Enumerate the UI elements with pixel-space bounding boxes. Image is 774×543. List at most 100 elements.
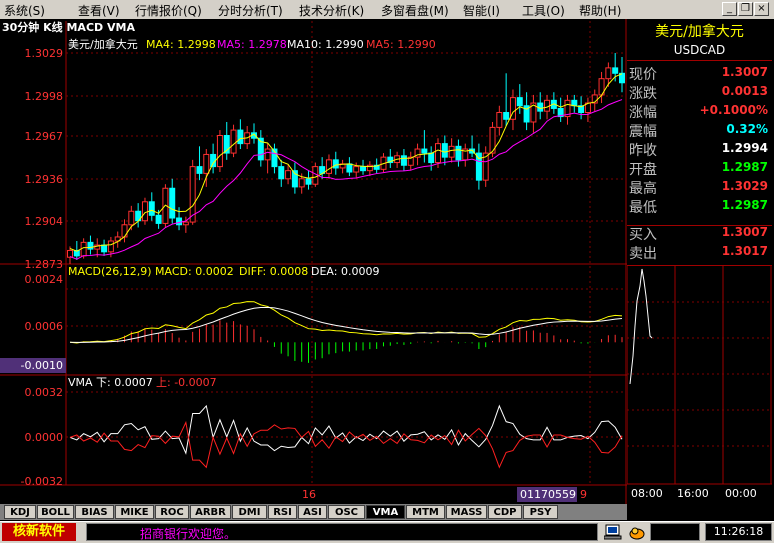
quote-row-label: 现价 <box>629 67 657 83</box>
tab-dmi[interactable]: DMI <box>232 505 267 519</box>
quote-row-label: 买入 <box>629 227 657 243</box>
tab-roc[interactable]: ROC <box>155 505 189 519</box>
menu-help[interactable]: 帮助(H) <box>579 2 621 19</box>
candle <box>216 130 223 173</box>
restore-button[interactable]: ❐ <box>738 2 753 16</box>
quote-row: 卖出 1.3017 <box>627 242 772 262</box>
quote-row-label: 涨幅 <box>629 105 657 121</box>
minimize-button[interactable]: _ <box>722 2 737 16</box>
menu-technical[interactable]: 技术分析(K) <box>299 2 364 19</box>
tab-osc[interactable]: OSC <box>328 505 365 519</box>
quote-row-value: 1.2994 <box>721 141 768 155</box>
quote-row-label: 最低 <box>629 200 657 216</box>
menu-multiwindow[interactable]: 多窗看盘(M) <box>381 2 449 19</box>
mascot-icon[interactable] <box>628 524 646 540</box>
tab-psy[interactable]: PSY <box>523 505 558 519</box>
menu-system[interactable]: 系统(S) <box>4 2 45 19</box>
menu-timeshare[interactable]: 分时分析(T) <box>218 2 283 19</box>
menu-quote[interactable]: 行情报价(Q) <box>135 2 202 19</box>
quote-row: 最高 1.3029 <box>627 177 772 197</box>
menu-view[interactable]: 查看(V) <box>78 2 120 19</box>
tab-kdj[interactable]: KDJ <box>4 505 36 519</box>
quote-row-value: 1.2987 <box>721 160 768 174</box>
vma-header-up: 上: -0.0007 <box>156 376 217 389</box>
mini-price-line <box>629 268 653 385</box>
status-bar: 核新软件 招商银行欢迎您。 11:26:18 <box>0 521 774 543</box>
tab-asi[interactable]: ASI <box>298 505 327 519</box>
quote-row: 涨幅 +0.1000% <box>627 101 772 121</box>
ma5b-label: MA5: 1.2990 <box>366 38 436 51</box>
tab-mass[interactable]: MASS <box>446 505 487 519</box>
close-button[interactable]: × <box>754 2 769 16</box>
ma10-label: MA10: 1.2990 <box>287 38 364 51</box>
tab-mike[interactable]: MIKE <box>115 505 154 519</box>
vma-tick-1: 0.0000 <box>25 431 64 444</box>
quote-row-label: 开盘 <box>629 162 657 178</box>
ma5-label: MA5: 1.2978 <box>217 38 287 51</box>
clock: 11:26:18 <box>705 523 772 541</box>
symbol-name: 美元/加拿大元 <box>68 37 138 51</box>
tab-cdp[interactable]: CDP <box>488 505 522 519</box>
mini-time-0800: 08:00 <box>631 487 663 500</box>
quote-row: 最低 1.2987 <box>627 196 772 216</box>
quote-row-value: 0.0013 <box>721 84 768 98</box>
x-label-9: 9 <box>580 488 587 501</box>
tab-arbr[interactable]: ARBR <box>190 505 231 519</box>
macd-tick-0: 0.0024 <box>25 273 64 286</box>
quote-row-value: 0.32% <box>726 122 768 136</box>
indicator-tabs: KDJ BOLL BIAS MIKE ROC ARBR DMI RSI ASI OSC VMA MTM… <box>0 504 627 520</box>
quote-code: USDCAD <box>673 43 726 57</box>
tab-rsi[interactable]: RSI <box>268 505 297 519</box>
quote-row-value: 1.3007 <box>721 225 768 239</box>
vma-tick-2: -0.0032 <box>21 475 63 488</box>
price-tick-4: 1.2904 <box>25 215 64 228</box>
quote-row: 震幅 0.32% <box>627 120 772 140</box>
menu-smart[interactable]: 智能(I) <box>463 2 500 19</box>
quote-row-value: 1.3017 <box>721 244 768 258</box>
price-tick-5: 1.2873 <box>25 258 64 271</box>
quote-panel: 美元/加拿大元 USDCAD 现价 1.3007 涨跌 0.0013 涨幅 +0.1000… <box>627 19 774 501</box>
tab-vma[interactable]: VMA <box>366 505 405 519</box>
quote-row: 现价 1.3007 <box>627 63 772 83</box>
price-tick-1: 1.2998 <box>25 90 64 103</box>
quote-row-label: 涨跌 <box>629 86 657 102</box>
menu-tools[interactable]: 工具(O) <box>522 2 565 19</box>
vma-tick-0: 0.0032 <box>25 386 64 399</box>
macd-header-dea: DEA: 0.0009 <box>311 265 379 278</box>
quote-row-value: 1.3029 <box>721 179 768 193</box>
x-label-16: 16 <box>302 488 316 501</box>
quote-row-label: 昨收 <box>629 143 657 159</box>
quote-row-label: 最高 <box>629 181 657 197</box>
tab-boll[interactable]: BOLL <box>37 505 74 519</box>
macd-tick-1: 0.0006 <box>25 320 64 333</box>
vma-header-down: VMA 下: 0.0007 <box>68 376 153 389</box>
quote-row: 涨跌 0.0013 <box>627 82 772 102</box>
macd-header-macd: MACD(26,12,9) MACD: 0.0002 <box>68 265 234 278</box>
tab-bias[interactable]: BIAS <box>75 505 114 519</box>
quote-row: 昨收 1.2994 <box>627 139 772 159</box>
chart-area[interactable]: 30分钟 K线 MACD VMA 美元/加拿大元 MA4: 1.2998 MA5… <box>0 19 627 504</box>
price-tick-2: 1.2967 <box>25 130 64 143</box>
price-tick-0: 1.3029 <box>25 47 64 60</box>
mini-time-1600: 16:00 <box>677 487 709 500</box>
marquee-text: 招商银行欢迎您。 <box>140 527 237 541</box>
brand-label: 核新软件 <box>2 523 76 541</box>
cursor-date: 01170559 <box>520 488 576 501</box>
quote-title: 美元/加拿大元 <box>655 24 744 40</box>
mini-time-0000: 00:00 <box>725 487 757 500</box>
tab-mtm[interactable]: MTM <box>406 505 445 519</box>
period-label: 30分钟 K线 MACD VMA <box>2 20 135 34</box>
menu-bar: 系统(S) 查看(V) 行情报价(Q) 分时分析(T) 技术分析(K) 多窗看盘… <box>0 0 774 20</box>
computer-icon[interactable] <box>603 524 622 540</box>
candle <box>141 197 148 225</box>
quote-row-label: 震幅 <box>629 124 657 140</box>
quote-row: 开盘 1.2987 <box>627 158 772 178</box>
quote-row-value: 1.3007 <box>721 65 768 79</box>
macd-tick-2: -0.0010 <box>21 359 63 372</box>
quote-row-value: 1.2987 <box>721 198 768 212</box>
ma4-label: MA4: 1.2998 <box>146 38 216 51</box>
quote-row-label: 卖出 <box>629 246 657 262</box>
price-tick-3: 1.2936 <box>25 173 64 186</box>
mini-timeshare-chart[interactable]: 08:00 16:00 00:00 <box>627 266 772 501</box>
macd-header-diff: DIFF: 0.0008 <box>239 265 308 278</box>
